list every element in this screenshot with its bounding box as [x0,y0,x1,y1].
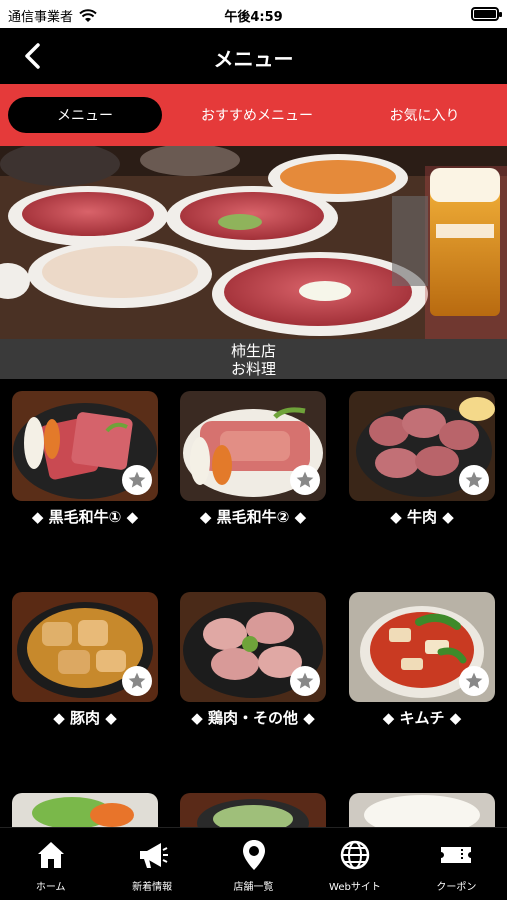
menu-photo-rice [349,793,495,827]
store-label: 柿生店 お料理 [0,339,507,379]
home-icon [37,842,64,868]
menu-photo-pork [12,592,158,702]
star-icon [128,672,146,689]
bottom-tab-coupon[interactable]: クーポン [406,828,507,900]
location-pin-icon [242,840,265,870]
menu-label: ◆ 黒毛和牛① ◆ [31,508,139,526]
bottom-tab-label: クーポン [436,882,477,893]
bottom-tab-website[interactable]: Webサイト [304,828,405,900]
menu-label: ◆ 豚肉 ◆ [53,709,117,727]
favorite-star-button[interactable] [122,465,152,495]
menu-label: ◆ キムチ ◆ [382,709,462,727]
menu-card[interactable] [180,793,326,827]
star-icon [296,471,314,488]
menu-card[interactable]: ◆ 黒毛和牛② ◆ [180,391,326,527]
menu-photo-wagyu [12,391,158,501]
bottom-tab-home[interactable]: ホーム [0,828,101,900]
store-name: 柿生店 [230,342,276,360]
menu-photo-soup [180,793,326,827]
status-bar: 通信事業者 午後4:59 [0,0,507,28]
bottom-tab-label: 新着情報 [132,882,173,893]
bottom-tab-label: ホーム [35,882,66,893]
favorite-star-button[interactable] [459,465,489,495]
menu-label: ◆ 牛肉 ◆ [390,508,454,526]
megaphone-icon [140,843,169,868]
menu-photo-wagyu-2 [180,391,326,501]
star-icon [465,471,483,488]
star-icon [465,672,483,689]
bottom-tab-news[interactable]: 新着情報 [101,828,202,900]
menu-card[interactable] [12,793,158,827]
globe-icon [340,840,370,870]
bottom-tab-bar: ホーム 新着情報 店舗一覧 Webサイト クーポン [0,827,507,900]
menu-card[interactable]: ◆ 黒毛和牛① ◆ [12,391,158,527]
ticket-icon [441,847,472,863]
tab-menu[interactable]: メニュー [8,97,162,133]
star-icon [296,672,314,689]
menu-photo-beef [349,391,495,501]
back-chevron-icon[interactable] [18,40,50,72]
page-title: メニュー [213,47,294,71]
hero-food-image [0,146,507,339]
menu-card[interactable]: ◆ キムチ ◆ [349,592,495,728]
menu-grid: ◆ 黒毛和牛① ◆ ◆ 黒毛和牛② ◆ ◆ 牛肉 ◆ ◆ 豚肉 ◆ ◆ 鶏肉・そ… [0,379,507,827]
favorite-star-button[interactable] [122,666,152,696]
menu-card[interactable] [349,793,495,827]
menu-label: ◆ 黒毛和牛② ◆ [199,508,307,526]
nav-bar: メニュー [0,28,507,84]
menu-card[interactable]: ◆ 牛肉 ◆ [349,391,495,527]
store-category: お料理 [230,360,276,378]
menu-card[interactable]: ◆ 豚肉 ◆ [12,592,158,728]
star-icon [128,471,146,488]
battery-icon [471,7,502,21]
bottom-tab-label: 店舗一覧 [233,882,274,893]
tab-favorites[interactable]: お気に入り [342,97,507,133]
favorite-star-button[interactable] [459,666,489,696]
menu-photo-chicken [180,592,326,702]
favorite-star-button[interactable] [290,465,320,495]
menu-card[interactable]: ◆ 鶏肉・その他 ◆ [180,592,326,728]
menu-photo-kimchi [349,592,495,702]
bottom-tab-stores[interactable]: 店舗一覧 [203,828,304,900]
tab-bar: メニュー おすすめメニュー お気に入り [0,84,507,146]
menu-label: ◆ 鶏肉・その他 ◆ [191,709,315,727]
status-time: 午後4:59 [224,10,283,25]
bottom-tab-label: Webサイト [329,882,381,893]
favorite-star-button[interactable] [290,666,320,696]
menu-photo-salad [12,793,158,827]
tab-recommended[interactable]: おすすめメニュー [172,97,342,133]
